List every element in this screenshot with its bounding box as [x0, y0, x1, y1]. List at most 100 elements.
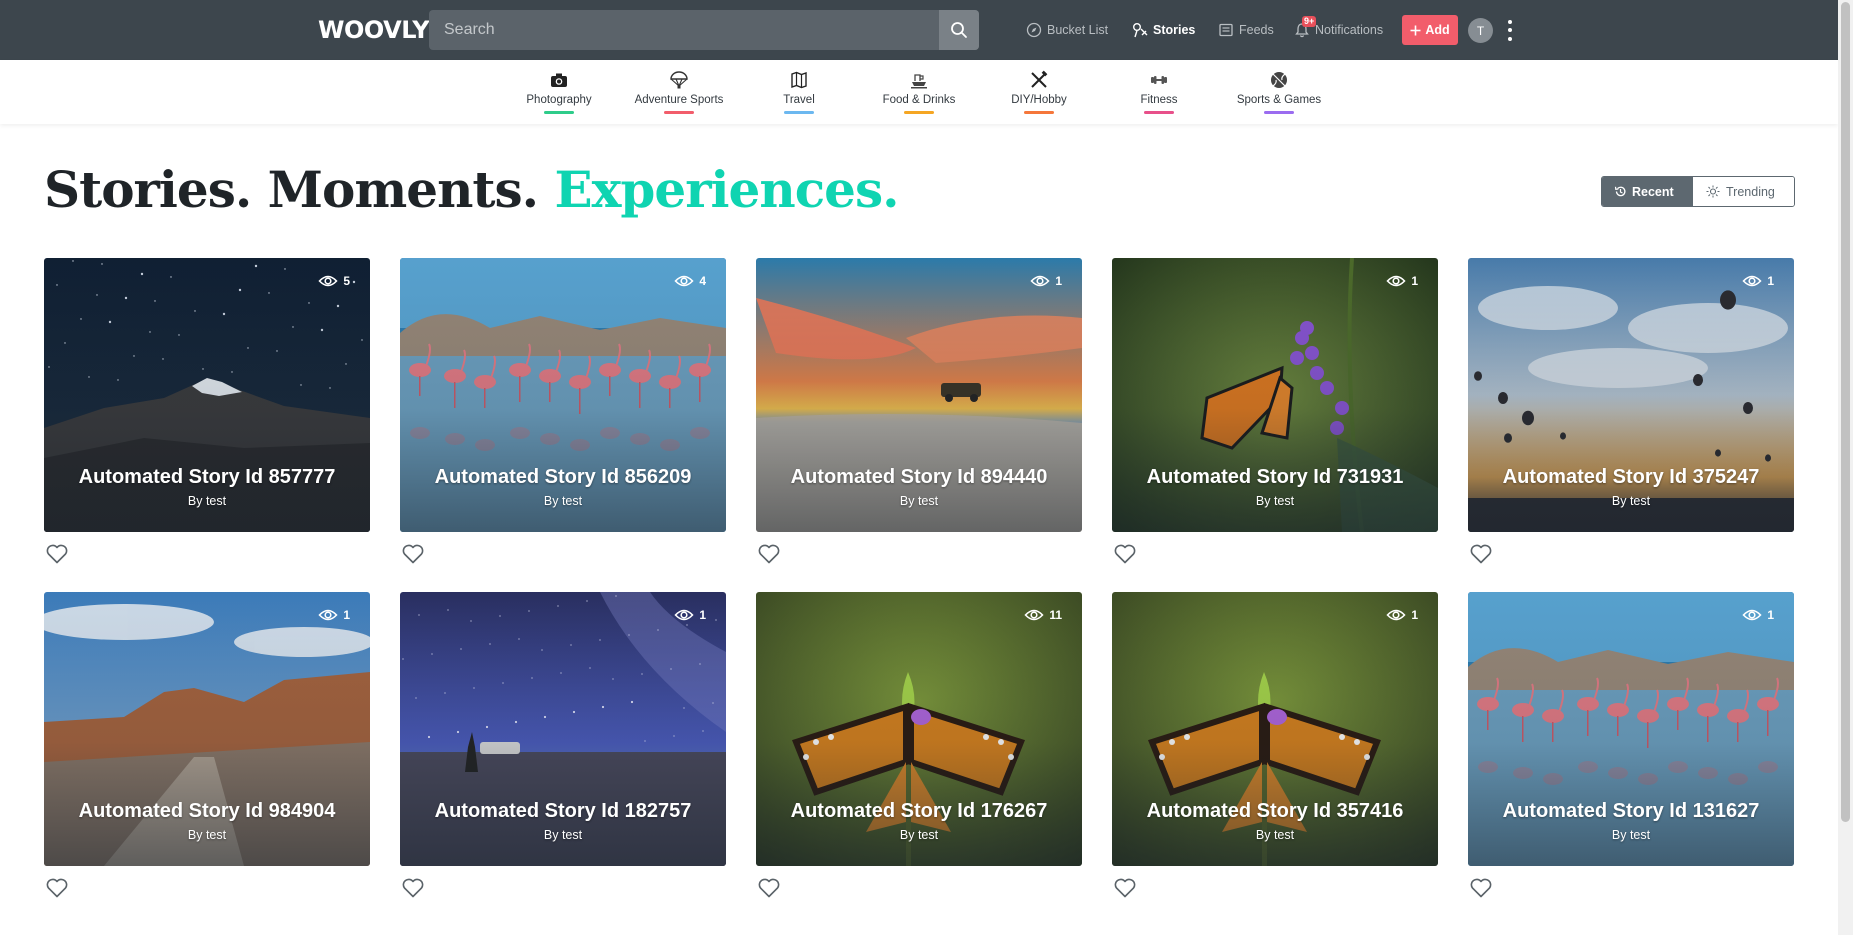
story-views-count: 5	[343, 274, 350, 288]
story-card[interactable]: 1 Automated Story Id 182757 By test	[400, 592, 726, 866]
category-fitness[interactable]: Fitness	[1104, 70, 1214, 120]
like-heart-icon[interactable]	[45, 543, 69, 565]
story-card[interactable]: 1 Automated Story Id 894440 By test	[756, 258, 1082, 532]
headline-part1: Stories. Moments.	[44, 160, 555, 219]
story-image-overlay	[400, 258, 726, 532]
story-views-count: 1	[699, 608, 706, 622]
story-views: 1	[1386, 274, 1418, 288]
story-author: By test	[1611, 494, 1651, 508]
woovly-logo[interactable]: WOOVLY	[318, 16, 430, 44]
scrollbar-thumb[interactable]	[1841, 2, 1850, 822]
nav-stories[interactable]: Stories	[1132, 20, 1195, 40]
feeds-icon	[1219, 23, 1233, 37]
views-icon	[1742, 609, 1762, 621]
like-heart-icon[interactable]	[1113, 877, 1137, 899]
story-title: Automated Story Id 182757	[434, 800, 692, 822]
nav-bucket-list-label: Bucket List	[1047, 23, 1109, 37]
story-title: Automated Story Id 856209	[434, 466, 692, 488]
category-label: Photography	[526, 94, 592, 106]
story-author: By test	[543, 494, 583, 508]
category-photography[interactable]: Photography	[504, 70, 614, 120]
category-label: DIY/Hobby	[1011, 94, 1067, 106]
views-icon	[674, 275, 694, 287]
user-avatar[interactable]: T	[1468, 18, 1493, 43]
category-adventure-sports[interactable]: Adventure Sports	[624, 70, 734, 120]
nav-notifications[interactable]: 9+ Notifications	[1294, 16, 1384, 40]
story-card[interactable]: 4 Automated Story Id 856209 By test	[400, 258, 726, 532]
category-travel[interactable]: Travel	[744, 70, 854, 120]
story-views-count: 1	[1767, 608, 1774, 622]
story-views-count: 1	[1055, 274, 1062, 288]
notifications-icon-wrap: 9+	[1294, 16, 1317, 38]
nav-notifications-label: Notifications	[1315, 23, 1384, 37]
dumbbell-icon	[1151, 76, 1167, 84]
sort-recent-button[interactable]: Recent	[1602, 177, 1693, 206]
views-icon	[1030, 275, 1050, 287]
ball-icon	[1271, 72, 1287, 88]
story-image-overlay	[44, 592, 370, 866]
more-menu-icon[interactable]	[1504, 18, 1516, 43]
camera-icon	[551, 73, 567, 87]
story-author: By test	[899, 828, 939, 842]
like-heart-icon[interactable]	[1469, 877, 1493, 899]
nav-stories-label: Stories	[1153, 23, 1196, 37]
story-card[interactable]: 1 Automated Story Id 357416 By test	[1112, 592, 1438, 866]
category-diy-hobby[interactable]: DIY/Hobby	[984, 70, 1094, 120]
story-author: By test	[899, 494, 939, 508]
story-card[interactable]: 11 Automated Story Id 176267 By test	[756, 592, 1082, 866]
like-heart-icon[interactable]	[757, 877, 781, 899]
top-navbar: WOOVLY Bucket List Stories Feeds 9+ Noti…	[0, 0, 1838, 60]
category-underline	[784, 111, 814, 114]
story-title: Automated Story Id 857777	[78, 466, 336, 488]
story-views: 1	[1742, 274, 1774, 288]
story-card[interactable]: 1 Automated Story Id 131627 By test	[1468, 592, 1794, 866]
like-heart-icon[interactable]	[401, 877, 425, 899]
category-label: Adventure Sports	[634, 94, 724, 106]
add-button[interactable]: Add	[1402, 15, 1458, 45]
story-title: Automated Story Id 176267	[790, 800, 1048, 822]
story-image-overlay	[400, 592, 726, 866]
search-button[interactable]	[939, 10, 979, 50]
notifications-badge: 9+	[1302, 16, 1317, 27]
story-author: By test	[1611, 828, 1651, 842]
story-title: Automated Story Id 357416	[1146, 800, 1404, 822]
search-icon	[951, 22, 967, 38]
category-sports-games[interactable]: Sports & Games	[1224, 70, 1334, 120]
story-title: Automated Story Id 731931	[1146, 466, 1404, 488]
category-label: Food & Drinks	[882, 94, 956, 106]
trending-icon	[1706, 185, 1720, 198]
nav-feeds[interactable]: Feeds	[1218, 20, 1274, 40]
story-card[interactable]: 1 Automated Story Id 731931 By test	[1112, 258, 1438, 532]
category-food-drinks[interactable]: Food & Drinks	[864, 70, 974, 120]
sort-trending-button[interactable]: Trending	[1693, 177, 1794, 206]
story-card[interactable]: 1 Automated Story Id 984904 By test	[44, 592, 370, 866]
category-label: Travel	[783, 94, 815, 106]
category-underline	[1144, 111, 1174, 114]
story-image-overlay	[756, 258, 1082, 532]
story-card[interactable]: 1 Automated Story Id 375247 By test	[1468, 258, 1794, 532]
like-heart-icon[interactable]	[1113, 543, 1137, 565]
tools-icon	[1031, 70, 1048, 88]
parachute-icon	[670, 71, 688, 89]
category-bar: Photography Adventure Sports Travel Food…	[0, 60, 1838, 124]
map-icon	[791, 71, 807, 89]
like-heart-icon[interactable]	[45, 877, 69, 899]
nav-bucket-list[interactable]: Bucket List	[1026, 20, 1108, 40]
story-views-count: 1	[1411, 608, 1418, 622]
category-underline	[904, 111, 934, 114]
like-heart-icon[interactable]	[401, 543, 425, 565]
plus-icon	[1410, 25, 1421, 35]
category-label: Sports & Games	[1236, 94, 1322, 106]
views-icon	[318, 275, 338, 287]
story-views: 1	[1386, 608, 1418, 622]
like-heart-icon[interactable]	[757, 543, 781, 565]
search-input[interactable]	[429, 10, 939, 50]
views-icon	[1386, 275, 1406, 287]
page-headline: Stories. Moments. Experiences.	[44, 160, 900, 219]
story-image-overlay	[1112, 258, 1438, 532]
views-icon	[318, 609, 338, 621]
category-underline	[664, 111, 694, 114]
story-card[interactable]: 5 Automated Story Id 857777 By test	[44, 258, 370, 532]
like-heart-icon[interactable]	[1469, 543, 1493, 565]
story-views-count: 1	[1411, 274, 1418, 288]
